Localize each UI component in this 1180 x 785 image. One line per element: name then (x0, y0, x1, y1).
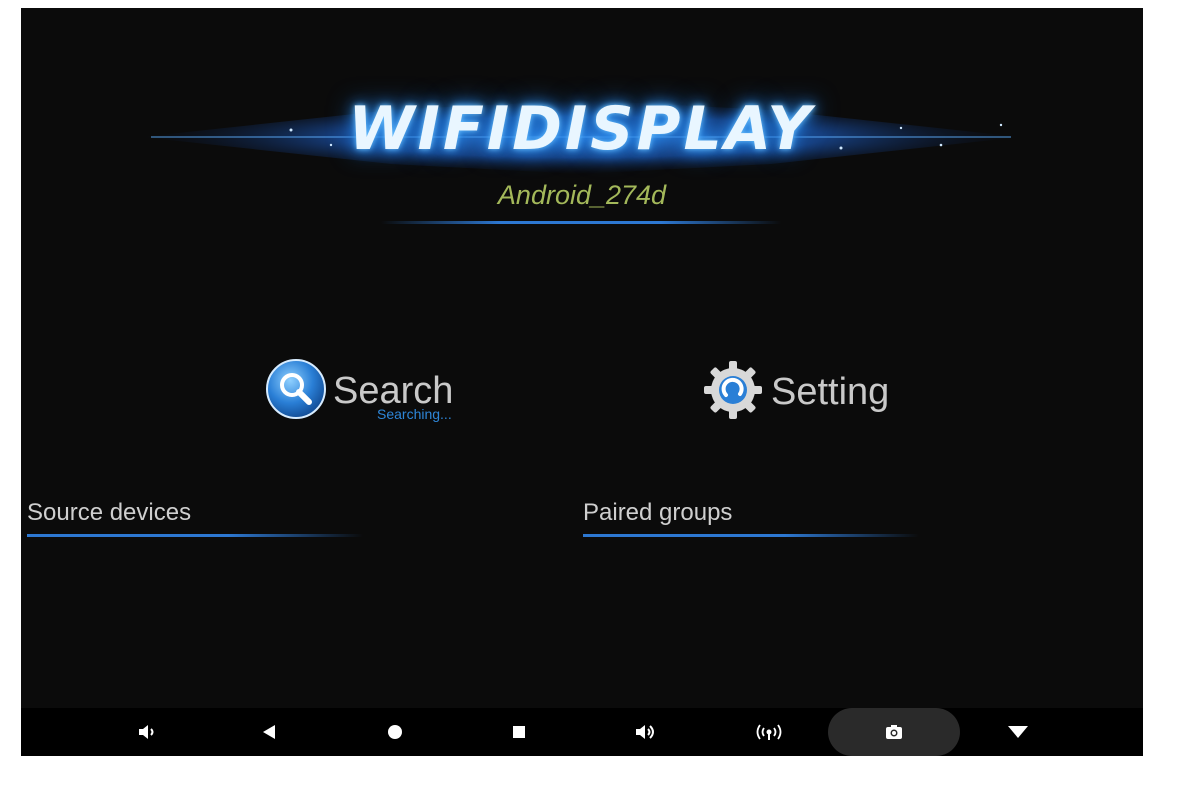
back-icon (263, 725, 275, 739)
wifidisplay-banner: WIFIDISPLAY (141, 90, 1021, 180)
hide-navbar-button[interactable] (988, 708, 1048, 756)
home-icon (388, 725, 402, 739)
search-icon (265, 358, 327, 425)
paired-groups-header: Paired groups (583, 499, 733, 526)
home-button[interactable] (365, 708, 425, 756)
source-devices-header: Source devices (27, 499, 192, 526)
setting-button[interactable]: Setting (701, 358, 889, 427)
screenshot-button[interactable] (864, 708, 924, 756)
setting-label: Setting (771, 371, 890, 413)
hide-navbar-icon (1008, 726, 1028, 738)
back-button[interactable] (239, 708, 299, 756)
recents-button[interactable] (489, 708, 549, 756)
wifi-display-icon (756, 724, 782, 740)
volume-down-button[interactable] (117, 708, 177, 756)
divider (381, 221, 781, 224)
wifi-display-button[interactable] (739, 708, 799, 756)
volume-up-icon (636, 725, 654, 739)
search-status: Searching... (377, 406, 452, 422)
volume-down-icon (139, 725, 154, 739)
gear-icon (701, 358, 765, 427)
volume-up-button[interactable] (615, 708, 675, 756)
app-logo: WIFIDISPLAY (348, 94, 814, 164)
recents-icon (513, 726, 525, 738)
paired-groups-divider (583, 534, 919, 537)
screenshot-icon (886, 725, 902, 739)
navigation-bar (21, 708, 1143, 756)
device-name: Android_274d (497, 180, 667, 210)
source-devices-divider (27, 534, 363, 537)
app-screen: WIFIDISPLAY Android_274d Search Searchin… (21, 8, 1143, 756)
